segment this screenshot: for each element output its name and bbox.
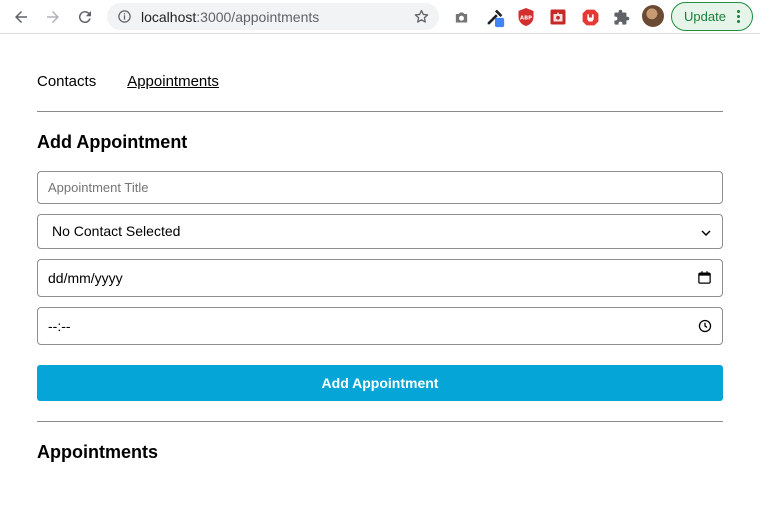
- appointments-heading: Appointments: [37, 442, 158, 462]
- more-icon[interactable]: [737, 10, 741, 24]
- eyedropper-icon[interactable]: [484, 6, 506, 28]
- contact-select[interactable]: No Contact Selected: [37, 214, 723, 249]
- update-button[interactable]: Update: [671, 2, 753, 31]
- nav-contacts-link[interactable]: Contacts: [37, 73, 96, 91]
- url-text: localhost:3000/appointments: [141, 9, 320, 25]
- time-value: --:--: [48, 318, 71, 334]
- appointment-date-input[interactable]: dd/mm/yyyy: [37, 259, 723, 297]
- svg-text:ABP: ABP: [520, 15, 532, 21]
- add-appointment-button[interactable]: Add Appointment: [37, 365, 723, 401]
- appointment-time-input[interactable]: --:--: [37, 307, 723, 345]
- calendar-icon[interactable]: [697, 270, 712, 290]
- browser-toolbar: localhost:3000/appointments ABP Update: [0, 0, 760, 34]
- hand-stop-icon[interactable]: [579, 6, 601, 28]
- title-placeholder: Appointment Title: [48, 180, 149, 195]
- divider: [37, 111, 723, 112]
- date-value: dd/mm/yyyy: [48, 270, 123, 286]
- shield-icon[interactable]: ABP: [515, 6, 537, 28]
- back-icon[interactable]: [9, 5, 33, 29]
- nav-appointments-link[interactable]: Appointments: [127, 73, 219, 91]
- divider: [37, 421, 723, 422]
- address-bar[interactable]: localhost:3000/appointments: [107, 3, 439, 30]
- chevron-down-icon: [700, 226, 712, 244]
- profile-avatar[interactable]: [642, 5, 664, 27]
- clock-icon[interactable]: [698, 319, 712, 338]
- page-nav: Contacts Appointments: [37, 73, 219, 91]
- add-appointment-heading: Add Appointment: [37, 132, 188, 152]
- extensions-icon[interactable]: [610, 6, 632, 28]
- puzzle-icon-red[interactable]: [547, 6, 569, 28]
- reload-icon[interactable]: [73, 5, 97, 29]
- camera-icon[interactable]: [450, 6, 472, 28]
- contact-select-value: No Contact Selected: [52, 223, 181, 239]
- info-icon[interactable]: [117, 9, 132, 29]
- appointment-title-input[interactable]: Appointment Title: [37, 171, 723, 204]
- update-label: Update: [684, 9, 726, 24]
- bookmark-star-icon[interactable]: [413, 8, 430, 30]
- forward-icon[interactable]: [41, 5, 65, 29]
